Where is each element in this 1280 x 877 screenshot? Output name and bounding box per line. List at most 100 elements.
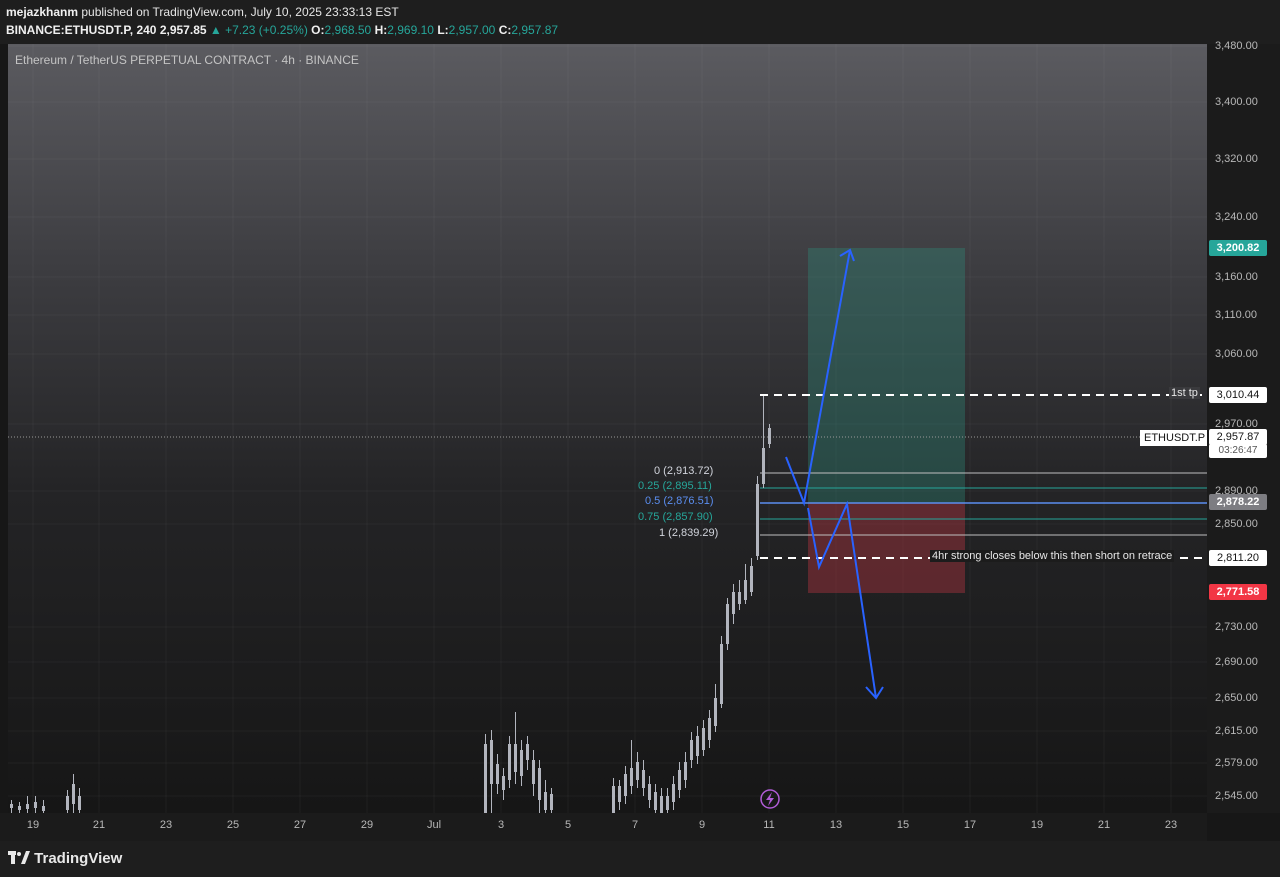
candle-body — [538, 768, 541, 800]
price-tick: 2,545.00 — [1215, 790, 1258, 802]
target-price-label: 3,200.82 — [1209, 240, 1267, 256]
last-price: 2,957.85 — [159, 23, 207, 37]
high-value: 2,969.10 — [387, 23, 434, 37]
price-tick: 3,240.00 — [1215, 211, 1258, 223]
candle-body — [654, 792, 657, 810]
candle-body — [612, 786, 615, 813]
candle-body — [696, 736, 699, 756]
candle-body — [744, 580, 747, 600]
candle-body — [532, 760, 535, 784]
symbol-interval[interactable]: BINANCE:ETHUSDT.P, 240 — [6, 23, 156, 37]
candle-body — [490, 740, 493, 784]
time-tick: 13 — [829, 819, 843, 831]
chart-canvas[interactable] — [8, 44, 1207, 813]
candle-body — [660, 796, 663, 813]
time-tick: 19 — [1030, 819, 1044, 831]
ohlc-line: BINANCE:ETHUSDT.P, 240 2,957.85 ▲ +7.23 … — [6, 23, 558, 37]
time-tick: 25 — [226, 819, 240, 831]
candle-body — [666, 796, 669, 810]
tradingview-icon — [8, 851, 30, 864]
candle-body — [78, 796, 81, 810]
time-tick: Jul — [426, 819, 442, 831]
target-zone[interactable] — [808, 248, 965, 503]
first-tp-text[interactable]: 1st tp — [1169, 387, 1200, 399]
candle-body — [678, 770, 681, 790]
candle-body — [526, 744, 529, 760]
candle-body — [618, 786, 621, 802]
candle-body — [550, 794, 553, 810]
candle-body — [738, 592, 741, 604]
fib-0-label: 0 (2,913.72) — [654, 465, 714, 477]
open-label: O: — [311, 23, 325, 37]
price-tick: 2,850.00 — [1215, 518, 1258, 530]
time-tick: 5 — [564, 819, 572, 831]
close-label: C: — [498, 23, 512, 37]
candle-body — [636, 762, 639, 780]
candle-body — [750, 566, 753, 592]
current-price-label: 2,957.87 — [1209, 429, 1267, 445]
candle-body — [484, 744, 487, 813]
instrument-title: Ethereum / TetherUS PERPETUAL CONTRACT ·… — [15, 53, 359, 67]
candle-body — [508, 744, 511, 780]
time-tick: 29 — [360, 819, 374, 831]
entry-price-label: 2,811.20 — [1209, 550, 1267, 566]
fib-025-label: 0.25 (2,895.11) — [638, 480, 712, 492]
time-tick: 23 — [1164, 819, 1178, 831]
price-tick: 3,160.00 — [1215, 271, 1258, 283]
candle-body — [684, 762, 687, 780]
time-axis[interactable]: 19 21 23 25 27 29 Jul 3 5 7 9 11 13 15 1… — [0, 813, 1207, 841]
published-text: published on TradingView.com, July 10, 2… — [78, 5, 399, 19]
candle-body — [544, 792, 547, 810]
time-tick: 3 — [497, 819, 505, 831]
footer-bar: TradingView — [0, 841, 1280, 877]
tradingview-logo[interactable]: TradingView — [8, 850, 122, 867]
time-tick: 11 — [763, 819, 775, 831]
open-value: 2,968.50 — [324, 23, 372, 37]
candle-body — [732, 592, 735, 614]
time-tick: 23 — [159, 819, 173, 831]
candle-body — [648, 784, 651, 800]
time-tick: 21 — [92, 819, 106, 831]
price-tick: 2,690.00 — [1215, 656, 1258, 668]
price-tick: 3,060.00 — [1215, 348, 1258, 360]
fib-1-label: 1 (2,839.29) — [659, 527, 719, 539]
candle-body — [708, 718, 711, 740]
stop-price-label: 2,771.58 — [1209, 584, 1267, 600]
low-value: 2,957.00 — [448, 23, 496, 37]
candle-body — [672, 784, 675, 802]
author-name[interactable]: mejazkhanm — [6, 5, 78, 19]
symbol-price-label: ETHUSDT.P — [1140, 430, 1210, 446]
candle-body — [496, 764, 499, 784]
candle-body — [18, 806, 21, 810]
close-value: 2,957.87 — [511, 23, 559, 37]
stop-zone[interactable] — [808, 503, 965, 593]
candle-body — [690, 740, 693, 760]
time-tick: 17 — [963, 819, 977, 831]
candle-body — [624, 774, 627, 796]
price-tick: 2,579.00 — [1215, 757, 1258, 769]
strategy-note[interactable]: 4hr strong closes below this then short … — [930, 550, 1175, 562]
chart-pane[interactable]: Ethereum / TetherUS PERPETUAL CONTRACT ·… — [8, 44, 1207, 813]
fib-mid-price-label: 2,878.22 — [1209, 494, 1267, 510]
price-tick: 2,650.00 — [1215, 692, 1258, 704]
candle-body — [762, 448, 765, 484]
time-tick: 21 — [1097, 819, 1111, 831]
candle-body — [66, 796, 69, 810]
candle-body — [768, 428, 771, 444]
candle-body — [42, 806, 45, 811]
candle-body — [642, 770, 645, 788]
candle-body — [34, 802, 37, 808]
candle-body — [72, 784, 75, 804]
candle-body — [502, 776, 505, 790]
price-tick: 2,730.00 — [1215, 621, 1258, 633]
time-tick: 7 — [631, 819, 639, 831]
price-tick: 3,400.00 — [1215, 96, 1258, 108]
time-tick: 15 — [896, 819, 910, 831]
lightning-icon[interactable] — [760, 789, 780, 809]
candle-body — [714, 698, 717, 726]
header-bar: mejazkhanm published on TradingView.com,… — [0, 0, 1280, 44]
price-tick: 3,480.00 — [1215, 40, 1258, 52]
time-tick: 27 — [293, 819, 307, 831]
price-axis[interactable]: 3,480.00 3,400.00 3,320.00 3,240.00 3,16… — [1207, 40, 1280, 813]
candle-body — [756, 484, 759, 556]
